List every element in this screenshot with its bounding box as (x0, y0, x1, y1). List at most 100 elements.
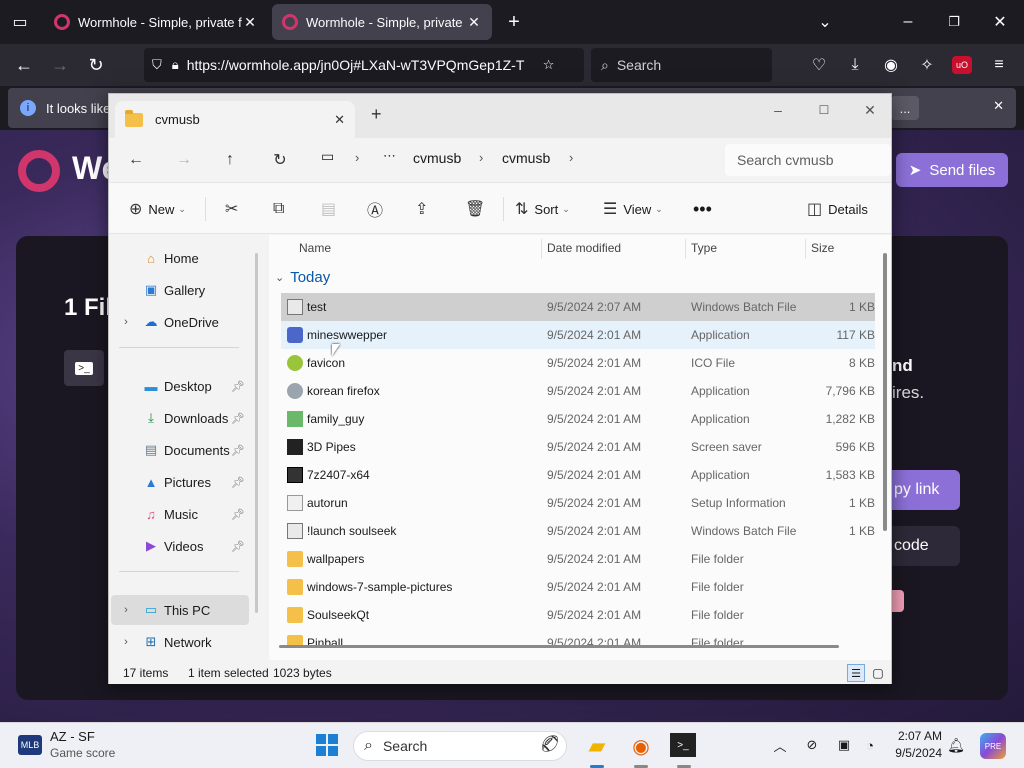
delete-button[interactable]: 🗑︎ (465, 183, 491, 235)
url-bar[interactable]: ⛉ 🔒︎ https://wormhole.app/jn0Oj#LXaN-wT3… (144, 48, 584, 82)
search-bar[interactable]: ⌕ Search (591, 48, 772, 82)
column-size[interactable]: Size (811, 241, 834, 255)
minimize-icon[interactable]: – (761, 98, 795, 122)
qr-code-button[interactable]: code (892, 526, 960, 566)
breadcrumb-chevron-icon[interactable]: › (355, 150, 359, 165)
new-tab-icon[interactable]: + (371, 104, 382, 125)
share-button[interactable]: ⇪ (415, 183, 434, 235)
sidebar-item-this-pc[interactable]: › ▭ This PC (111, 595, 249, 625)
paste-button[interactable]: ▤ (321, 183, 342, 235)
download-icon[interactable]: ⤓ (844, 54, 866, 76)
tiles-view-icon[interactable]: ▢ (869, 664, 887, 682)
sidebar-item-pictures[interactable]: ▲ Pictures 📌︎ (111, 467, 249, 497)
rename-button[interactable]: Ⓐ (367, 183, 389, 235)
pin-icon[interactable]: 📌︎ (231, 508, 245, 521)
view-button[interactable]: ☰ View ⌄ (603, 183, 663, 235)
file-row[interactable]: !launch soulseek 9/5/2024 2:01 AM Windows … (281, 517, 875, 545)
display-icon[interactable]: ▣ (834, 735, 854, 755)
up-icon[interactable]: ↑ (217, 148, 243, 172)
column-divider[interactable] (685, 239, 686, 259)
file-row[interactable]: windows-7-sample-pictures 9/5/2024 2:01 A… (281, 573, 875, 601)
close-tab-icon[interactable]: ✕ (466, 14, 482, 31)
new-button[interactable]: ⊕ New ⌄ (129, 183, 186, 235)
firefox-taskbar-icon[interactable]: ◉ (626, 731, 656, 761)
new-tab-icon[interactable]: + (504, 11, 524, 33)
file-row[interactable]: korean firefox 9/5/2024 2:01 AM Applicatio… (281, 377, 875, 405)
maximize-icon[interactable]: ❐ (942, 12, 966, 32)
column-divider[interactable] (805, 239, 806, 259)
vertical-scrollbar[interactable] (883, 253, 887, 531)
file-explorer-taskbar-icon[interactable]: ▰ (582, 731, 612, 761)
sidebar-item-network[interactable]: › ⊞ Network (111, 627, 249, 657)
group-header-today[interactable]: ⌄ Today (275, 269, 330, 286)
account-icon[interactable]: ◉ (880, 54, 902, 76)
breadcrumb-chevron-icon[interactable]: › (569, 150, 573, 165)
column-divider[interactable] (541, 239, 542, 259)
file-row[interactable]: mineswwepper 9/5/2024 2:01 AM Application 1… (281, 321, 875, 349)
close-notification-icon[interactable]: ✕ (993, 98, 1004, 114)
refresh-icon[interactable]: ↻ (267, 148, 293, 172)
breadcrumb-overflow-icon[interactable]: ⋯ (383, 148, 396, 164)
forward-icon[interactable]: → (48, 54, 72, 76)
details-view-icon[interactable]: ☰ (847, 664, 865, 682)
column-date-modified[interactable]: Date modified (547, 241, 621, 255)
copy-link-button[interactable]: py link (892, 470, 960, 510)
minimize-icon[interactable]: – (896, 12, 920, 32)
start-windows-icon[interactable] (316, 734, 338, 756)
sidebar-scrollbar[interactable] (255, 253, 258, 613)
copilot-icon[interactable]: PRE (980, 733, 1006, 759)
browser-tab-1[interactable]: Wormhole - Simple, private file ✕ (44, 4, 268, 40)
sidebar-item-home[interactable]: ⌂ Home (111, 243, 249, 273)
file-row[interactable]: SoulseekQt 9/5/2024 2:01 AM File folder (281, 601, 875, 629)
sidebar-item-downloads[interactable]: ⤓ Downloads 📌︎ (111, 403, 249, 433)
file-row[interactable]: Pinball 9/5/2024 2:01 AM File folder (281, 629, 875, 645)
pin-icon[interactable]: 📌︎ (231, 540, 245, 553)
send-files-button[interactable]: ➤ Send files (896, 153, 1008, 187)
volume-icon[interactable]: ◔ (860, 735, 880, 755)
mlb-logo-icon[interactable]: MLB (18, 735, 42, 755)
file-row[interactable]: favicon 9/5/2024 2:01 AM ICO File 8 KB (281, 349, 875, 377)
file-row[interactable]: family_guy 9/5/2024 2:01 AM Application 1,2… (281, 405, 875, 433)
sidebar-item-gallery[interactable]: ▣ Gallery (111, 275, 249, 305)
back-icon[interactable]: ← (12, 54, 36, 76)
network-off-icon[interactable]: ⊘ (802, 735, 822, 755)
bookmark-star-icon[interactable]: ☆ (543, 57, 555, 73)
clock-time[interactable]: 2:07 AM (888, 729, 942, 743)
reload-icon[interactable]: ↻ (84, 54, 108, 76)
tray-overflow-chevron-icon[interactable]: ︿ (770, 735, 790, 755)
forward-icon[interactable]: → (171, 148, 197, 172)
sidebar-item-onedrive[interactable]: › ☁ OneDrive (111, 307, 249, 337)
sidebar-item-documents[interactable]: ▤ Documents 📌︎ (111, 435, 249, 465)
ublock-icon[interactable]: uO (952, 56, 972, 74)
monitor-icon[interactable]: ▭ (321, 148, 334, 165)
more-options-button[interactable]: ••• (693, 183, 712, 235)
breadcrumb-item[interactable]: cvmusb (413, 150, 461, 166)
extensions-icon[interactable]: ✧ (916, 54, 938, 76)
explorer-tab[interactable]: cvmusb ✕ (115, 101, 355, 138)
sidebar-item-desktop[interactable]: ▬ Desktop 📌︎ (111, 371, 249, 401)
file-row[interactable]: autorun 9/5/2024 2:01 AM Setup Information… (281, 489, 875, 517)
browser-tab-2[interactable]: Wormhole - Simple, private file ✕ (272, 4, 492, 40)
list-tabs-chevron-icon[interactable]: ⌄ (814, 12, 836, 32)
pin-icon[interactable]: 📌︎ (231, 444, 245, 457)
details-button[interactable]: ◫ Details (807, 183, 868, 235)
tab-overview-icon[interactable]: ▭ (8, 12, 32, 32)
close-window-icon[interactable]: ✕ (853, 98, 887, 122)
file-row[interactable]: test 9/5/2024 2:07 AM Windows Batch File 1 … (281, 293, 875, 321)
breadcrumb-item[interactable]: cvmusb (502, 150, 550, 166)
copy-button[interactable]: ⧉ (273, 183, 290, 235)
shield-icon[interactable]: ⛉ (152, 57, 162, 73)
maximize-icon[interactable]: ☐ (807, 98, 841, 122)
column-name[interactable]: Name (299, 241, 331, 255)
file-row[interactable]: 7z2407-x64 9/5/2024 2:01 AM Application 1,5… (281, 461, 875, 489)
sidebar-item-music[interactable]: ♫ Music 📌︎ (111, 499, 249, 529)
cut-button[interactable]: ✂ (225, 183, 244, 235)
close-tab-icon[interactable]: ✕ (334, 112, 345, 128)
taskbar-search-input[interactable]: ⌕ Search 🏈︎ (353, 731, 567, 761)
widget-title[interactable]: AZ - SF (50, 729, 95, 744)
pin-icon[interactable]: 📌︎ (231, 476, 245, 489)
sidebar-item-videos[interactable]: ▶ Videos 📌︎ (111, 531, 249, 561)
explorer-search-input[interactable]: Search cvmusb (725, 144, 891, 176)
close-tab-icon[interactable]: ✕ (242, 14, 258, 31)
file-row[interactable]: wallpapers 9/5/2024 2:01 AM File folder (281, 545, 875, 573)
